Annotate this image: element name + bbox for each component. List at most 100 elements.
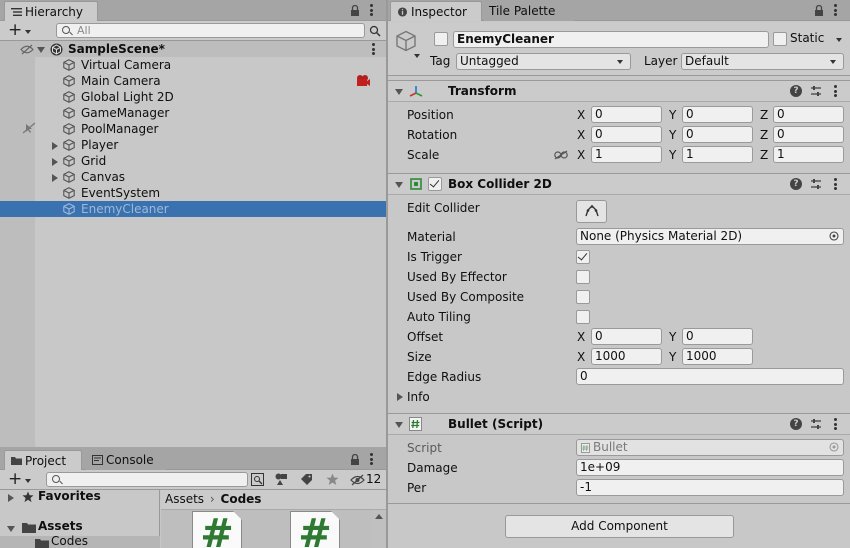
static-dropdown-icon[interactable] (836, 38, 842, 42)
hierarchy-menu-icon[interactable] (370, 4, 373, 16)
hierarchy-item[interactable]: Grid (0, 153, 386, 169)
hierarchy-item[interactable]: GameManager (0, 105, 386, 121)
box-collider-menu-icon[interactable] (834, 178, 837, 190)
hierarchy-item[interactable]: EventSystem (0, 185, 386, 201)
used-by-composite-checkbox[interactable] (576, 290, 590, 304)
rotation-y-field[interactable]: 0 (682, 126, 753, 143)
scene-fold-icon[interactable] (37, 47, 45, 53)
project-lock-icon[interactable] (350, 454, 360, 465)
box-collider-header[interactable]: Box Collider 2D ? (388, 173, 850, 195)
scene-row[interactable]: SampleScene* (0, 41, 386, 57)
favorites-fold-icon[interactable] (8, 494, 14, 502)
visibility-hidden-icon[interactable] (20, 44, 34, 55)
box-collider-enabled-checkbox[interactable] (428, 177, 442, 191)
scene-menu-icon[interactable] (372, 43, 375, 55)
project-scrollbar[interactable] (371, 510, 386, 548)
help-icon[interactable]: ? (790, 85, 802, 97)
rotation-z-field[interactable]: 0 (773, 126, 844, 143)
layer-dropdown[interactable]: Default (681, 53, 844, 70)
scroll-up-icon[interactable] (375, 514, 383, 519)
per-field[interactable]: -1 (576, 479, 844, 496)
script-file-2[interactable]: # (290, 511, 340, 548)
presets-sliders-icon[interactable] (810, 178, 822, 190)
size-y-field[interactable]: 1000 (682, 348, 753, 365)
help-icon[interactable]: ? (790, 178, 802, 190)
scale-x-field[interactable]: 1 (591, 146, 662, 163)
object-picker-icon[interactable] (829, 231, 839, 241)
edge-radius-field[interactable]: 0 (576, 368, 844, 385)
presets-sliders-icon[interactable] (810, 85, 822, 97)
gameobject-cube-icon[interactable] (395, 30, 417, 52)
bullet-script-fold-icon[interactable] (395, 422, 403, 428)
material-field[interactable]: None (Physics Material 2D) (576, 228, 844, 245)
hierarchy-item[interactable]: Virtual Camera (0, 57, 386, 73)
hierarchy-search-input[interactable]: All (56, 23, 365, 38)
scale-z-field[interactable]: 1 (773, 146, 844, 163)
filter-by-label-icon[interactable] (300, 473, 313, 486)
codes-row[interactable]: Codes (0, 534, 160, 548)
create-dropdown-icon[interactable] (25, 30, 31, 34)
favorites-row[interactable]: Favorites (0, 489, 160, 506)
expand-arrow-icon[interactable] (52, 174, 58, 182)
hierarchy-item[interactable]: Global Light 2D (0, 89, 386, 105)
bullet-script-header[interactable]: Bullet (Script) ? (388, 413, 850, 435)
position-y-field[interactable]: 0 (682, 106, 753, 123)
tab-hierarchy[interactable]: Hierarchy (4, 1, 98, 21)
damage-field[interactable]: 1e+09 (576, 459, 844, 476)
project-search-input[interactable] (46, 472, 248, 487)
filter-by-type-icon[interactable] (275, 473, 288, 486)
position-z-field[interactable]: 0 (773, 106, 844, 123)
auto-tiling-checkbox[interactable] (576, 310, 590, 324)
active-checkbox[interactable] (434, 32, 448, 46)
add-component-button[interactable]: Add Component (505, 515, 734, 538)
transform-menu-icon[interactable] (834, 85, 837, 97)
inspector-lock-icon[interactable] (814, 5, 824, 16)
offset-x-field[interactable]: 0 (591, 328, 662, 345)
help-icon[interactable]: ? (790, 418, 802, 430)
presets-sliders-icon[interactable] (810, 418, 822, 430)
info-fold-icon[interactable] (397, 393, 403, 401)
tab-project[interactable]: Project (4, 450, 82, 470)
breadcrumb-assets[interactable]: Assets (165, 492, 204, 506)
inspector-menu-icon[interactable] (834, 4, 837, 16)
tab-tile-palette[interactable]: Tile Palette (484, 1, 574, 21)
position-x-field[interactable]: 0 (591, 106, 662, 123)
project-menu-icon[interactable] (370, 453, 373, 465)
breadcrumb-codes[interactable]: Codes (221, 492, 262, 506)
rotation-x-field[interactable]: 0 (591, 126, 662, 143)
tag-dropdown[interactable]: Untagged (456, 53, 631, 70)
box-collider-fold-icon[interactable] (395, 182, 403, 188)
scale-y-field[interactable]: 1 (682, 146, 753, 163)
expand-arrow-icon[interactable] (52, 142, 58, 150)
transform-header[interactable]: Transform ? (388, 80, 850, 102)
assets-fold-icon[interactable] (7, 526, 15, 532)
create-plus-icon[interactable]: + (8, 21, 22, 39)
hierarchy-item[interactable]: Canvas (0, 169, 386, 185)
lock-icon[interactable] (350, 5, 360, 16)
static-checkbox[interactable] (773, 32, 787, 46)
hierarchy-item[interactable]: EnemyCleaner (0, 201, 386, 217)
size-x-field[interactable]: 1000 (591, 348, 662, 365)
object-name-field[interactable]: EnemyCleaner (453, 31, 769, 48)
used-by-effector-checkbox[interactable] (576, 270, 590, 284)
bullet-script-menu-icon[interactable] (834, 418, 837, 430)
pickable-off-icon[interactable] (22, 122, 36, 134)
search-by-type-icon[interactable] (251, 473, 264, 486)
offset-y-field[interactable]: 0 (682, 328, 753, 345)
tab-console[interactable]: Console (86, 450, 166, 470)
project-create-plus-icon[interactable]: + (8, 470, 22, 488)
script-file-1[interactable]: # (192, 511, 242, 548)
hierarchy-item[interactable]: Player (0, 137, 386, 153)
edit-collider-button[interactable] (576, 200, 607, 223)
hidden-packages-icon[interactable] (350, 474, 365, 486)
constrain-proportions-link-icon[interactable] (554, 150, 568, 160)
expand-arrow-icon[interactable] (52, 158, 58, 166)
hierarchy-item[interactable]: Main Camera (0, 73, 386, 89)
hierarchy-item[interactable]: PoolManager (0, 121, 386, 137)
search-options-icon[interactable] (369, 25, 381, 37)
tab-inspector[interactable]: Inspector (390, 1, 482, 21)
project-create-dropdown-icon[interactable] (25, 479, 31, 483)
transform-fold-icon[interactable] (395, 89, 403, 95)
favorite-star-icon[interactable] (326, 473, 339, 486)
is-trigger-checkbox[interactable] (576, 250, 590, 264)
